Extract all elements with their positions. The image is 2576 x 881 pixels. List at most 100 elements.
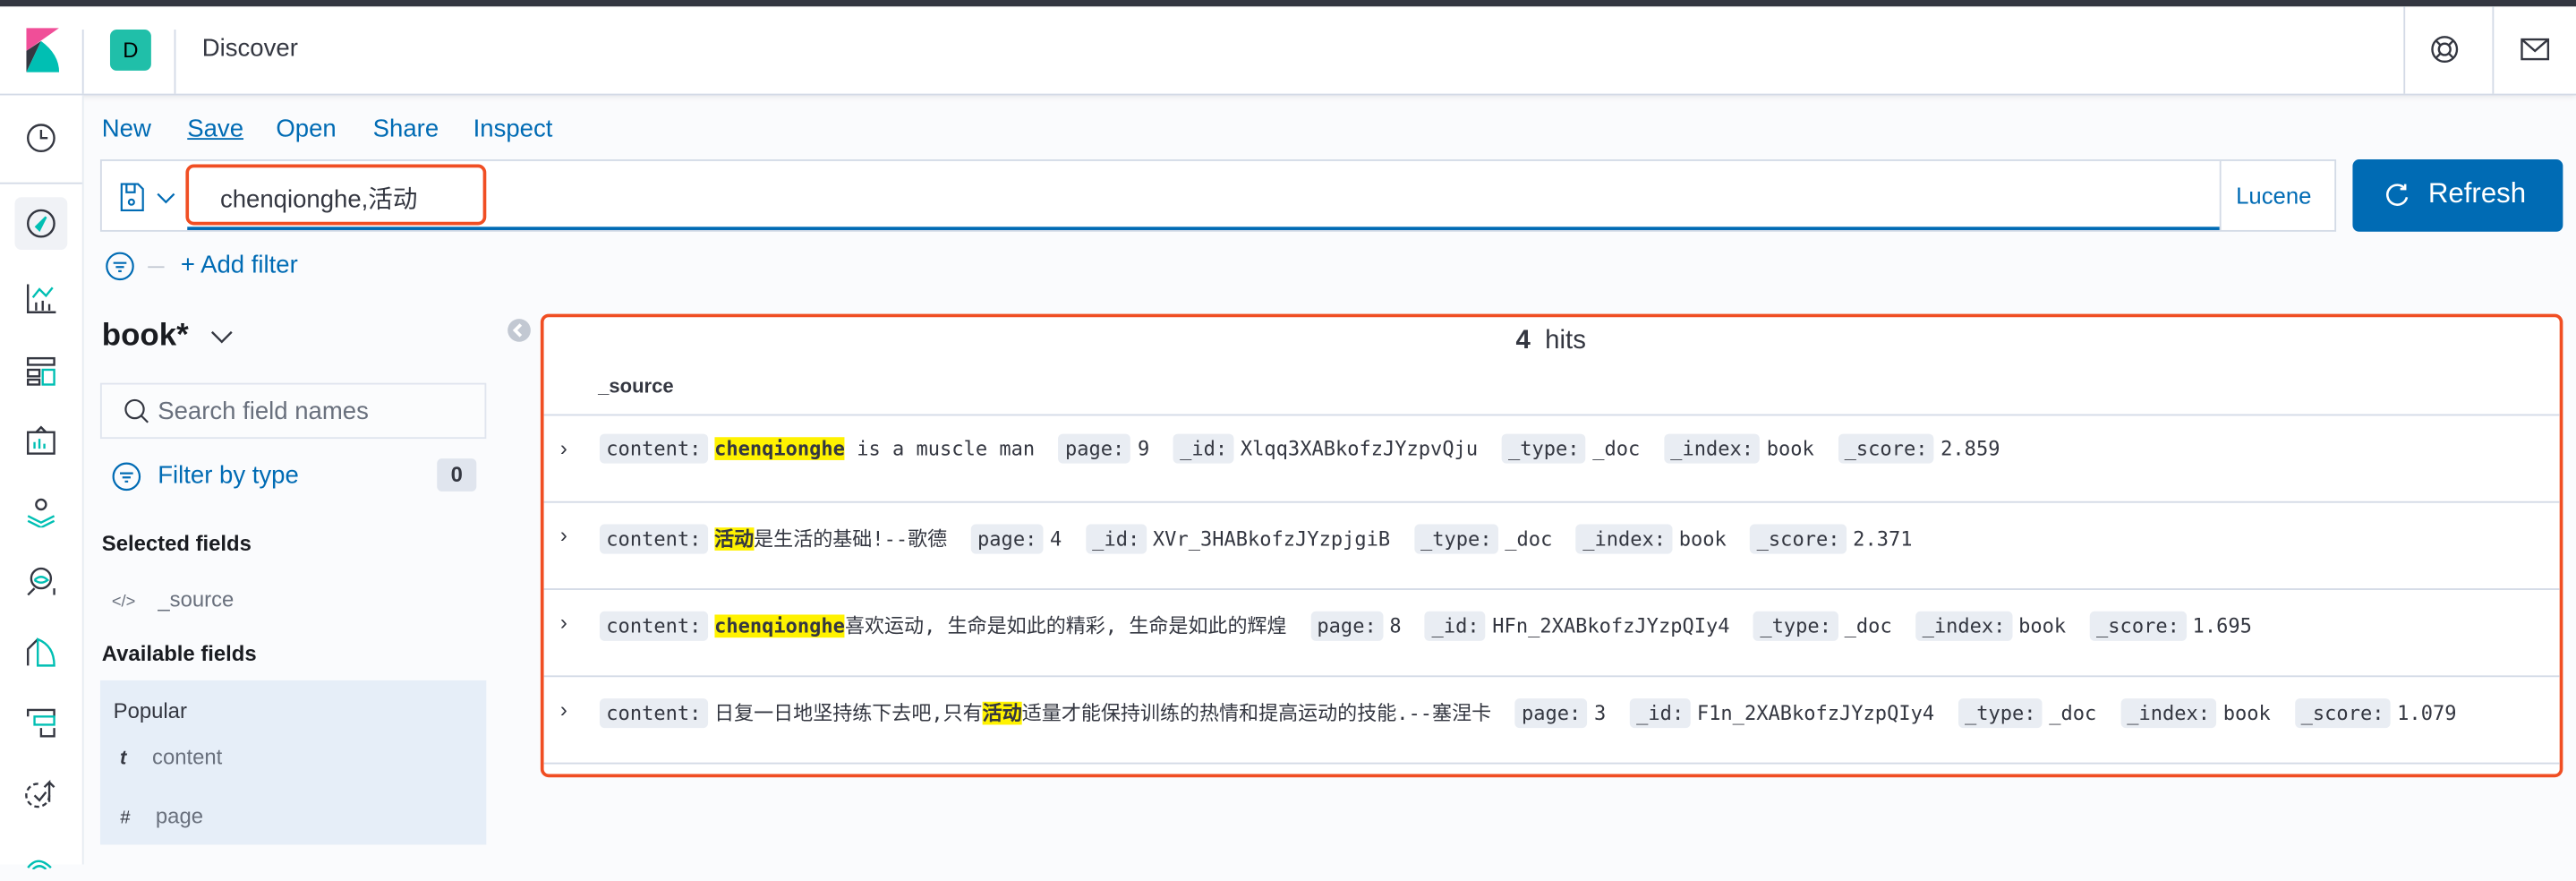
query-input[interactable]: chenqionghe,活动 xyxy=(185,164,487,226)
expand-row-chevron-icon[interactable]: › xyxy=(560,523,567,548)
table-row: › content: chenqionghe喜欢运动, 生命是如此的精彩, 生命是… xyxy=(543,588,2560,677)
filter-by-type-button[interactable]: Filter by type 0 xyxy=(112,458,490,494)
chevron-left-icon xyxy=(512,323,523,338)
share-link[interactable]: Share xyxy=(373,115,439,142)
type-value: _doc xyxy=(2049,701,2097,725)
index-value: book xyxy=(2018,614,2067,638)
highlight-match: 活动 xyxy=(982,701,1022,725)
field-label: page: xyxy=(1310,611,1384,641)
filter-count-badge: 0 xyxy=(437,458,477,492)
filter-options-icon[interactable] xyxy=(105,252,134,281)
field-label: page: xyxy=(1514,698,1588,729)
search-icon xyxy=(124,398,149,423)
expand-row-chevron-icon[interactable]: › xyxy=(560,697,567,722)
field-label: _type: xyxy=(1958,698,2043,729)
query-language-button[interactable]: Lucene xyxy=(2236,183,2311,209)
field-label: _index: xyxy=(1575,524,1673,554)
field-label: _index: xyxy=(2120,698,2217,729)
open-link[interactable]: Open xyxy=(276,115,336,142)
hits-count: 4 hits xyxy=(1515,327,1586,355)
logs-icon[interactable] xyxy=(25,706,58,740)
index-pattern-selector[interactable]: book* xyxy=(102,319,234,355)
refresh-icon xyxy=(2386,184,2409,206)
string-type-icon: t xyxy=(119,746,127,770)
field-label: page: xyxy=(1058,433,1131,464)
page-value: 8 xyxy=(1389,614,1402,638)
id-value: HFn_2XABkofzJYzpQIy4 xyxy=(1492,614,1730,638)
field-label: _id: xyxy=(1085,524,1147,554)
row-source: content: 活动是生活的基础!--歌德 page: 4 _id: XVr_3HA… xyxy=(599,524,1913,554)
field-label: _index: xyxy=(1663,433,1761,464)
type-value: _doc xyxy=(1592,437,1641,460)
field-label: _type: xyxy=(1413,524,1498,554)
field-label: content: xyxy=(599,433,708,464)
highlight-match: chenqionghe xyxy=(714,614,845,638)
index-value: book xyxy=(1766,437,1814,460)
expand-row-chevron-icon[interactable]: › xyxy=(560,610,567,635)
content-post: 适量才能保持训练的热情和提高运动的技能.--塞涅卡 xyxy=(1021,701,1492,725)
index-value: book xyxy=(2222,701,2271,725)
content-post: 是生活的基础!--歌德 xyxy=(754,527,948,551)
highlight-match: 活动 xyxy=(714,527,755,551)
score-value: 2.859 xyxy=(1941,437,2000,460)
id-value: XVr_3HABkofzJYzpjgiB xyxy=(1152,527,1391,551)
maps-icon[interactable] xyxy=(25,494,58,529)
header: D Discover xyxy=(0,6,2576,96)
results-panel: 4 hits _source › content: chenqionghe is … xyxy=(540,313,2563,778)
ml-icon[interactable] xyxy=(25,565,58,598)
apm-icon[interactable] xyxy=(25,848,58,881)
infrastructure-icon[interactable] xyxy=(25,636,58,669)
score-value: 2.371 xyxy=(1853,527,1913,551)
field-content[interactable]: t content xyxy=(120,744,222,769)
saved-query-button[interactable] xyxy=(118,181,183,214)
field-label: _id: xyxy=(1173,433,1234,464)
refresh-button[interactable]: Refresh xyxy=(2352,159,2563,232)
column-header-source: _source xyxy=(598,374,674,398)
code-icon: </> xyxy=(111,593,136,612)
space-avatar[interactable]: D xyxy=(109,30,151,71)
score-value: 1.695 xyxy=(2192,614,2252,638)
index-value: book xyxy=(1678,527,1727,551)
available-fields-title: Available fields xyxy=(101,640,257,666)
save-link[interactable]: Save xyxy=(187,115,243,142)
add-filter-button[interactable]: + Add filter xyxy=(181,252,298,279)
page-value: 4 xyxy=(1050,527,1062,551)
app-title: Discover xyxy=(201,34,298,63)
inspect-link[interactable]: Inspect xyxy=(473,115,553,142)
canvas-icon[interactable] xyxy=(25,424,58,458)
lifebuoy-icon[interactable] xyxy=(2430,35,2460,64)
table-row: › content: chenqionghe is a muscle man pa… xyxy=(543,414,2560,503)
content-pre: 日复一日地坚持练下去吧,只有 xyxy=(714,701,983,725)
clock-icon[interactable] xyxy=(25,122,58,155)
field-source[interactable]: </> _source xyxy=(112,586,234,612)
page-value: 9 xyxy=(1137,437,1150,460)
field-search-input[interactable]: Search field names xyxy=(99,382,487,440)
id-value: F1n_2XABkofzJYzpQIy4 xyxy=(1696,701,1935,725)
field-label: _id: xyxy=(1425,611,1486,641)
uptime-icon[interactable] xyxy=(25,779,58,812)
field-page[interactable]: # page xyxy=(120,804,203,829)
collapse-sidebar-button[interactable] xyxy=(508,319,531,342)
table-row: › content: 日复一日地坚持练下去吧,只有活动适量才能保持训练的热情和提高… xyxy=(543,675,2560,764)
compass-icon[interactable] xyxy=(25,207,58,240)
visualize-icon[interactable] xyxy=(25,281,58,314)
highlight-match: chenqionghe xyxy=(714,437,845,460)
kibana-logo-icon[interactable] xyxy=(26,28,60,73)
selected-fields-title: Selected fields xyxy=(101,530,252,556)
field-label: _score: xyxy=(2089,611,2187,641)
number-type-icon: # xyxy=(119,808,131,829)
field-label: page: xyxy=(970,524,1044,554)
score-value: 1.079 xyxy=(2397,701,2457,725)
field-label: _score: xyxy=(2294,698,2391,729)
expand-row-chevron-icon[interactable]: › xyxy=(560,435,567,460)
filter-icon xyxy=(112,462,141,492)
table-end-divider xyxy=(543,762,2560,774)
field-label: content: xyxy=(599,524,708,554)
dashboard-icon[interactable] xyxy=(25,355,58,388)
mail-icon[interactable] xyxy=(2521,38,2550,61)
field-label: _type: xyxy=(1753,611,1838,641)
field-label: _score: xyxy=(1838,433,1934,464)
new-link[interactable]: New xyxy=(102,115,151,142)
id-value: Xlqq3XABkofzJYzpvQju xyxy=(1240,437,1479,460)
side-nav xyxy=(0,95,84,870)
